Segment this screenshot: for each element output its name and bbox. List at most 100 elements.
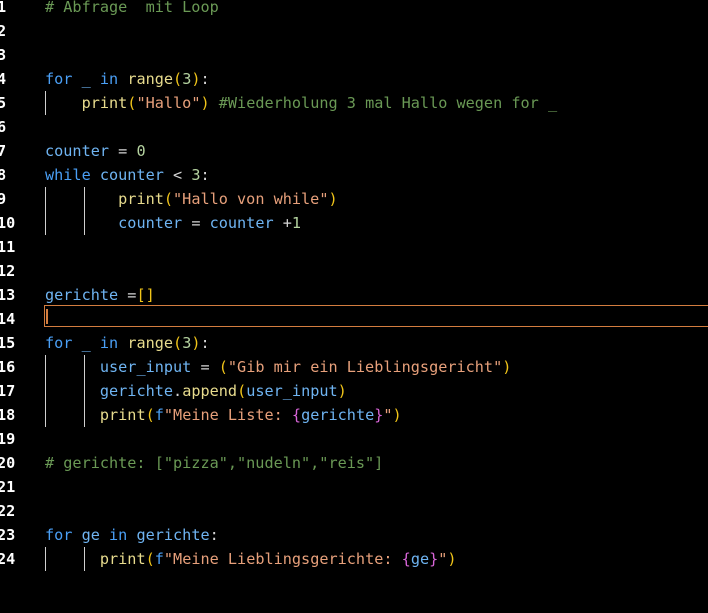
code-line[interactable]: 21	[0, 475, 708, 499]
code-token: print	[81, 94, 128, 112]
code-text[interactable]: counter = counter +1	[45, 211, 301, 235]
code-token: print	[118, 190, 164, 208]
code-line[interactable]: 3	[0, 43, 708, 67]
code-token: :	[209, 526, 219, 544]
code-text[interactable]: print("Hallo") #Wiederholung 3 mal Hallo…	[45, 91, 558, 115]
code-token: :	[200, 166, 210, 184]
code-editor[interactable]: 1 # Abfrage mit Loop 2 3 4 for _ in range(3):…	[0, 0, 708, 613]
code-token: f	[154, 406, 164, 424]
code-text[interactable]: gerichte =[]	[45, 283, 155, 307]
code-token: gerichte	[45, 286, 119, 304]
line-number: 1	[0, 0, 7, 16]
code-token: range	[127, 70, 174, 88]
code-line[interactable]: 7 counter = 0	[0, 139, 708, 163]
code-line[interactable]: 17 gerichte.append(user_input)	[0, 379, 708, 403]
code-token: _	[72, 70, 100, 88]
line-number: 14	[0, 310, 16, 328]
code-line[interactable]: 6	[0, 115, 708, 139]
code-token: gerichte	[301, 406, 375, 424]
code-token: {	[401, 550, 411, 568]
code-line[interactable]: 20 # gerichte: ["pizza","nudeln","reis"]	[0, 451, 708, 475]
code-line[interactable]: 11	[0, 235, 708, 259]
code-token: (	[163, 190, 174, 208]
line-number: 5	[0, 94, 7, 112]
code-token: for	[45, 526, 73, 544]
code-token: )	[200, 94, 210, 112]
line-number: 18	[0, 406, 16, 424]
code-token: print	[99, 550, 146, 568]
code-line[interactable]: 22	[0, 499, 708, 523]
code-token: (	[218, 358, 228, 376]
line-number: 7	[0, 142, 7, 160]
code-text[interactable]: gerichte.append(user_input)	[45, 379, 347, 403]
code-line[interactable]: 18 print(f"Meine Liste: {gerichte}")	[0, 403, 708, 427]
line-number: 23	[0, 526, 16, 544]
code-token: =	[118, 286, 137, 304]
code-token: counter	[209, 214, 274, 232]
code-line[interactable]: 19	[0, 427, 708, 451]
line-number: 13	[0, 286, 16, 304]
code-line[interactable]: 10 counter = counter +1	[0, 211, 708, 235]
code-text[interactable]: # gerichte: ["pizza","nudeln","reis"]	[45, 451, 383, 475]
line-number: 11	[0, 238, 16, 256]
code-token: counter	[90, 166, 174, 184]
line-number: 16	[0, 358, 16, 376]
code-line[interactable]: 2	[0, 19, 708, 43]
code-token: .	[173, 382, 183, 400]
code-token: =	[191, 358, 219, 376]
code-line[interactable]: 1 # Abfrage mit Loop	[0, 0, 708, 19]
code-text[interactable]: print(f"Meine Lieblingsgerichte: {ge}")	[45, 547, 457, 571]
code-token: while	[45, 166, 91, 184]
code-line[interactable]: 15 for _ in range(3):	[0, 331, 708, 355]
code-token: {	[291, 406, 302, 424]
code-line[interactable]: 5 print("Hallo") #Wiederholung 3 mal Hal…	[0, 91, 708, 115]
code-token: (	[145, 550, 155, 568]
code-text[interactable]: # Abfrage mit Loop	[45, 0, 219, 19]
line-number: 17	[0, 382, 16, 400]
code-line[interactable]: 13 gerichte =[]	[0, 283, 708, 307]
code-token: "Meine Liste:	[163, 406, 292, 424]
code-line[interactable]: 4 for _ in range(3):	[0, 67, 708, 91]
code-token: "Hallo"	[136, 94, 201, 112]
code-line[interactable]: 14	[0, 307, 708, 331]
code-token: }	[429, 550, 439, 568]
code-text[interactable]: print(f"Meine Liste: {gerichte}")	[45, 403, 402, 427]
code-token: (	[145, 406, 155, 424]
code-token: "Hallo von while"	[173, 190, 329, 208]
code-line[interactable]: 23 for ge in gerichte:	[0, 523, 708, 547]
code-text[interactable]: while counter < 3:	[45, 163, 210, 187]
code-text[interactable]: print("Hallo von while")	[45, 187, 337, 211]
code-text[interactable]: counter = 0	[45, 139, 146, 163]
code-token: []	[136, 286, 155, 304]
line-number: 21	[0, 478, 16, 496]
code-line[interactable]: 24 print(f"Meine Lieblingsgerichte: {ge}…	[0, 547, 708, 571]
code-line[interactable]: 8 while counter < 3:	[0, 163, 708, 187]
code-line[interactable]: 16 user_input = ("Gib mir ein Lieblingsg…	[0, 355, 708, 379]
code-text[interactable]: for _ in range(3):	[45, 331, 210, 355]
line-number: 9	[0, 190, 7, 208]
code-token: print	[99, 406, 146, 424]
code-token: in	[109, 526, 128, 544]
code-token: (	[173, 334, 183, 352]
code-token: gerichte	[99, 382, 174, 400]
code-token: counter	[118, 214, 183, 232]
code-token: "Gib mir ein Lieblingsgericht"	[227, 358, 503, 376]
code-line[interactable]: 12	[0, 259, 708, 283]
code-text[interactable]: for ge in gerichte:	[45, 523, 219, 547]
line-number: 12	[0, 262, 16, 280]
code-text[interactable]: for _ in range(3):	[45, 67, 210, 91]
code-token: (	[237, 382, 247, 400]
code-text[interactable]: user_input = ("Gib mir ein Lieblingsgeri…	[45, 355, 512, 379]
code-token: for	[45, 70, 73, 88]
code-token: # Abfrage mit Loop	[45, 0, 219, 16]
code-token: user_input	[99, 358, 192, 376]
code-token: 1	[291, 214, 302, 232]
code-line[interactable]: 9 print("Hallo von while")	[0, 187, 708, 211]
code-token: # gerichte: ["pizza","nudeln","reis"]	[45, 454, 384, 472]
